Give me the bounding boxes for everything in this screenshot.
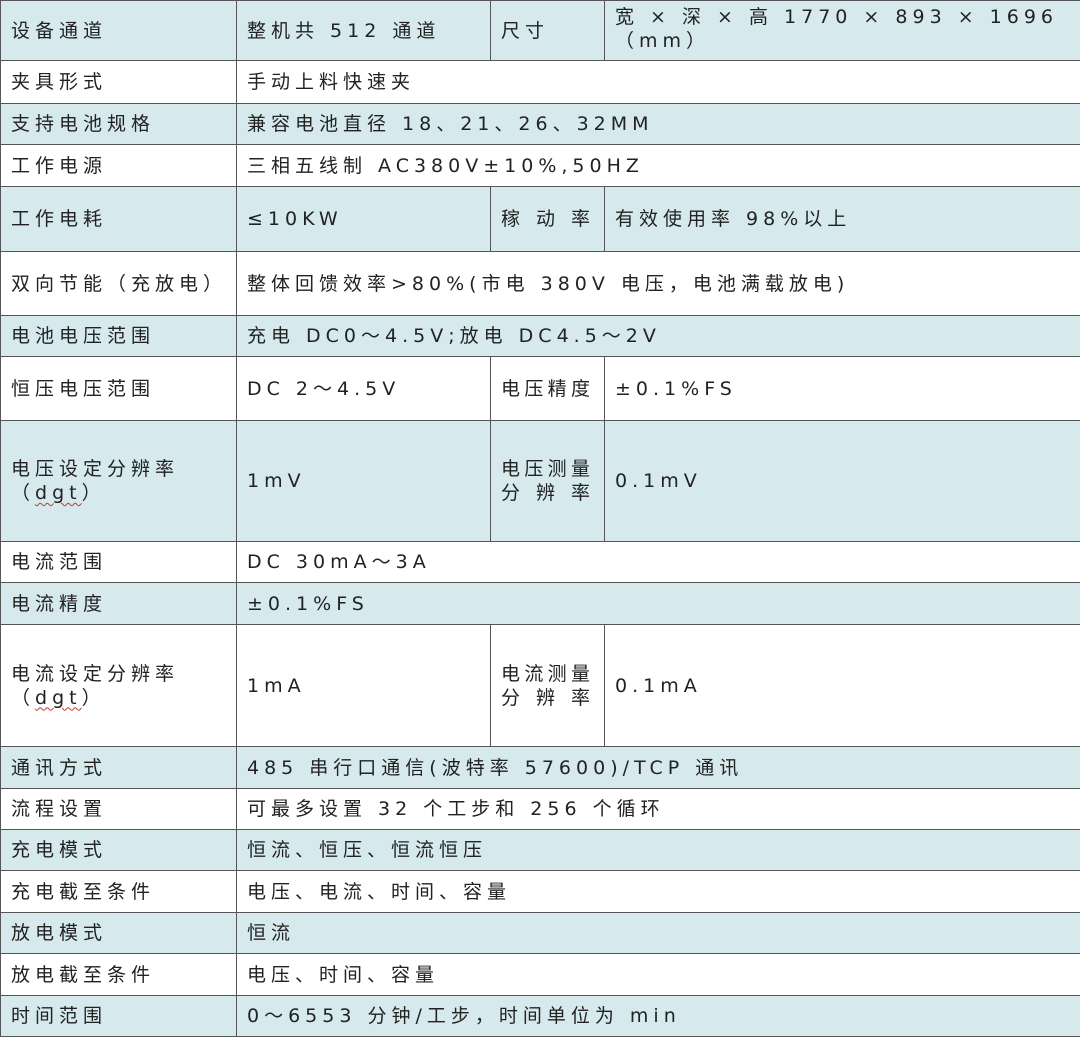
table-row: 电流范围 DC 30mA～3A [1, 542, 1080, 583]
table-row: 电流精度 ±0.1%FS [1, 583, 1080, 625]
spec-value: 1mA [237, 625, 491, 747]
spec-label-text: 电压设定分辨率 [11, 458, 179, 480]
spec-sub-value: ±0.1%FS [605, 357, 1080, 421]
table-row: 通讯方式 485 串行口通信(波特率 57600)/TCP 通讯 [1, 747, 1080, 789]
table-row: 夹具形式 手动上料快速夹 [1, 61, 1080, 104]
spec-sub-label: 尺寸 [491, 1, 605, 61]
spec-value: 兼容电池直径 18、21、26、32MM [237, 104, 1080, 145]
spec-label: 放电截至条件 [1, 954, 237, 996]
table-row: 工作电耗 ≤10KW 稼动率 有效使用率 98%以上 [1, 187, 1080, 252]
table-row: 流程设置 可最多设置 32 个工步和 256 个循环 [1, 789, 1080, 830]
spec-sub-value: 0.1mV [605, 421, 1080, 542]
spec-label: 设备通道 [1, 1, 237, 61]
spec-label: 充电截至条件 [1, 871, 237, 913]
spec-value: 整体回馈效率>80%(市电 380V 电压，电池满载放电) [237, 252, 1080, 316]
spec-sub-label: 电流测量分辨率 [491, 625, 605, 747]
spec-label: 时间范围 [1, 996, 237, 1037]
spec-sub-value: 有效使用率 98%以上 [605, 187, 1080, 252]
spec-label-unit: dgt [35, 687, 82, 709]
table-row: 工作电源 三相五线制 AC380V±10%,50HZ [1, 145, 1080, 187]
table-row: 放电模式 恒流 [1, 913, 1080, 954]
spec-value: 三相五线制 AC380V±10%,50HZ [237, 145, 1080, 187]
spec-sub-label: 稼动率 [491, 187, 605, 252]
table-row: 设备通道 整机共 512 通道 尺寸 宽 × 深 × 高 1770 × 893 … [1, 1, 1080, 61]
spec-value: 电压、时间、容量 [237, 954, 1080, 996]
spec-label: 通讯方式 [1, 747, 237, 789]
spec-value: 恒流、恒压、恒流恒压 [237, 830, 1080, 871]
spec-label: 电池电压范围 [1, 316, 237, 357]
spec-value: ≤10KW [237, 187, 491, 252]
spec-label-unit: dgt [35, 482, 82, 504]
table-row: 电池电压范围 充电 DC0～4.5V;放电 DC4.5～2V [1, 316, 1080, 357]
table-row: 放电截至条件 电压、时间、容量 [1, 954, 1080, 996]
spec-label: 支持电池规格 [1, 104, 237, 145]
spec-table: 设备通道 整机共 512 通道 尺寸 宽 × 深 × 高 1770 × 893 … [0, 0, 1080, 1037]
table-row: 充电模式 恒流、恒压、恒流恒压 [1, 830, 1080, 871]
spec-value: 充电 DC0～4.5V;放电 DC4.5～2V [237, 316, 1080, 357]
table-row: 时间范围 0～6553 分钟/工步，时间单位为 min [1, 996, 1080, 1037]
spec-value: 恒流 [237, 913, 1080, 954]
table-row: 双向节能（充放电） 整体回馈效率>80%(市电 380V 电压，电池满载放电) [1, 252, 1080, 316]
spec-label: 夹具形式 [1, 61, 237, 104]
spec-label: 电流设定分辨率（dgt） [1, 625, 237, 747]
spec-label: 工作电耗 [1, 187, 237, 252]
table-row: 恒压电压范围 DC 2～4.5V 电压精度 ±0.1%FS [1, 357, 1080, 421]
spec-label: 双向节能（充放电） [1, 252, 237, 316]
spec-label: 恒压电压范围 [1, 357, 237, 421]
spec-label: 工作电源 [1, 145, 237, 187]
spec-label: 充电模式 [1, 830, 237, 871]
table-row: 充电截至条件 电压、电流、时间、容量 [1, 871, 1080, 913]
table-row: 支持电池规格 兼容电池直径 18、21、26、32MM [1, 104, 1080, 145]
table-row: 电压设定分辨率（dgt） 1mV 电压测量分辨率 0.1mV [1, 421, 1080, 542]
spec-value: 电压、电流、时间、容量 [237, 871, 1080, 913]
spec-value: 整机共 512 通道 [237, 1, 491, 61]
spec-value: DC 2～4.5V [237, 357, 491, 421]
spec-value: 485 串行口通信(波特率 57600)/TCP 通讯 [237, 747, 1080, 789]
spec-value: 1mV [237, 421, 491, 542]
spec-label: 电流范围 [1, 542, 237, 583]
spec-sub-value: 0.1mA [605, 625, 1080, 747]
spec-label: 电流精度 [1, 583, 237, 625]
spec-value: 手动上料快速夹 [237, 61, 1080, 104]
spec-label: 流程设置 [1, 789, 237, 830]
spec-sub-label: 电压测量分辨率 [491, 421, 605, 542]
spec-sub-value: 宽 × 深 × 高 1770 × 893 × 1696 （mm） [605, 1, 1080, 61]
spec-label: 电压设定分辨率（dgt） [1, 421, 237, 542]
spec-sub-label: 电压精度 [491, 357, 605, 421]
spec-label-text: 电流设定分辨率 [11, 663, 179, 685]
spec-value: 可最多设置 32 个工步和 256 个循环 [237, 789, 1080, 830]
spec-value: 0～6553 分钟/工步，时间单位为 min [237, 996, 1080, 1037]
spec-value: ±0.1%FS [237, 583, 1080, 625]
table-row: 电流设定分辨率（dgt） 1mA 电流测量分辨率 0.1mA [1, 625, 1080, 747]
spec-label: 放电模式 [1, 913, 237, 954]
spec-value: DC 30mA～3A [237, 542, 1080, 583]
